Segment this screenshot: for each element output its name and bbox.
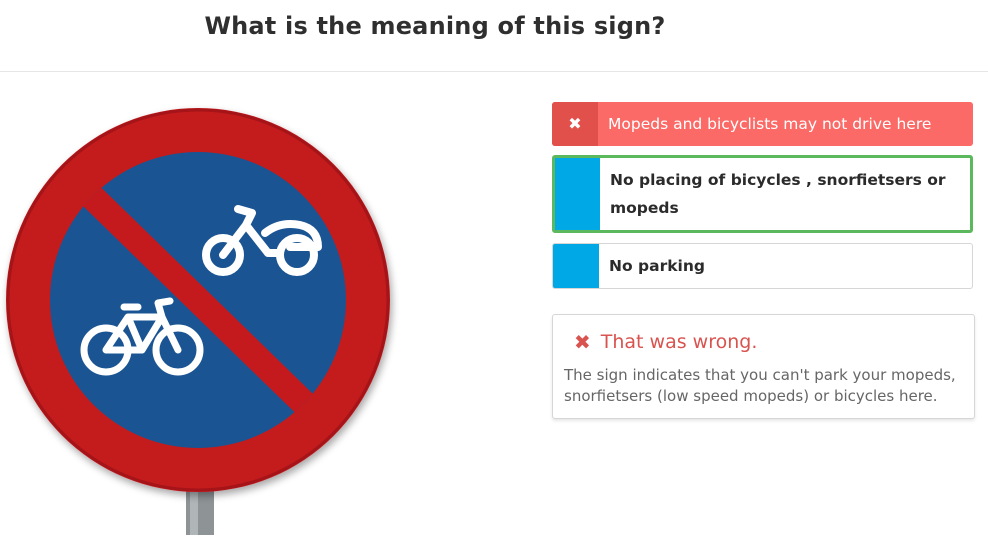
header-divider (0, 71, 988, 72)
option-marker (555, 158, 600, 230)
no-bicycles-mopeds-parking-sign-icon (6, 108, 390, 535)
cross-icon: ✖ (574, 330, 591, 354)
quiz-page: What is the meaning of this sign? ✖ Mope… (0, 0, 988, 552)
traffic-sign-image (0, 95, 420, 535)
question-title: What is the meaning of this sign? (204, 12, 666, 40)
answer-option-1[interactable]: ✖ Mopeds and bicyclists may not drive he… (552, 102, 973, 146)
feedback-explanation: The sign indicates that you can't park y… (564, 366, 956, 405)
feedback-panel: ✖ That was wrong. The sign indicates tha… (552, 314, 975, 419)
option-marker (553, 244, 599, 288)
answer-label: No parking (609, 257, 705, 275)
answer-label: Mopeds and bicyclists may not drive here (608, 115, 932, 133)
wrong-marker-icon: ✖ (552, 102, 598, 146)
feedback-title: That was wrong. (600, 331, 758, 353)
answer-label: No placing of bicycles , snorfietsers or… (610, 171, 946, 217)
feedback-header: ✖ That was wrong. (564, 329, 962, 355)
answer-option-2[interactable]: No placing of bicycles , snorfietsers or… (552, 155, 973, 233)
answer-option-3[interactable]: No parking (552, 243, 973, 289)
